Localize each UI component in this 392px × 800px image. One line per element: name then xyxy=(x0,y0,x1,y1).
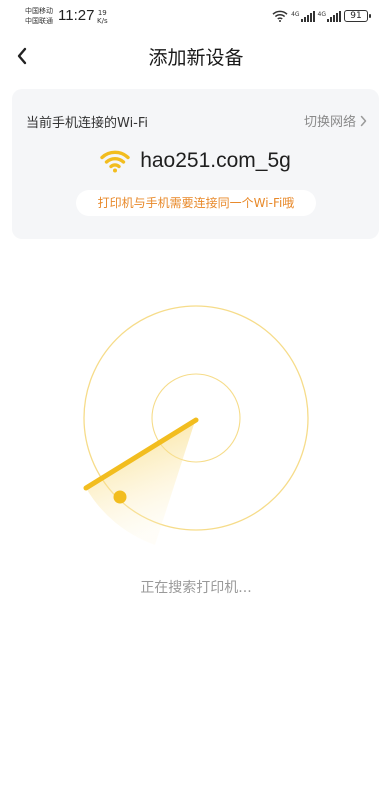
page-title: 添加新设备 xyxy=(148,47,244,69)
switch-network-label: 切换网络 xyxy=(303,115,356,130)
current-wifi-label: 当前手机连接的Wi-Fi xyxy=(26,116,149,131)
radar-scanner xyxy=(83,305,309,545)
ssid-row: hao251.com_5g xyxy=(12,149,379,173)
radar-sweep xyxy=(86,418,196,545)
same-wifi-hint: 打印机与手机需要连接同一个Wi-Fi哦 xyxy=(76,190,316,216)
switch-network-button[interactable]: 切换网络 xyxy=(304,111,367,130)
net-speed-unit: K/s xyxy=(97,17,108,25)
signal-1-tag: 4G xyxy=(291,10,300,18)
battery-icon: 91 xyxy=(344,10,371,22)
wifi-card: 当前手机连接的Wi-Fi 切换网络 hao251.com_5g 打印机与手机需要… xyxy=(12,89,379,239)
header-bar: 添加新设备 xyxy=(0,38,392,74)
carrier-2: 中国联通 xyxy=(25,17,53,25)
status-icons: 4G 4G 91 xyxy=(272,9,371,23)
wifi-ssid: hao251.com_5g xyxy=(140,149,291,172)
carrier-1: 中国移动 xyxy=(25,7,53,15)
status-bar: 中国移动 中国联通 11:27 19 K/s 4G 4G 91 xyxy=(0,0,392,34)
wifi-icon xyxy=(100,150,130,173)
signal-2-icon: 4G xyxy=(317,10,341,22)
status-time: 11:27 xyxy=(58,7,95,24)
radar-dot xyxy=(113,490,127,504)
net-speed: 19 K/s xyxy=(97,9,108,25)
signal-2-tag: 4G xyxy=(317,10,326,18)
signal-1-icon: 4G xyxy=(291,10,315,22)
wifi-status-icon xyxy=(272,10,288,22)
net-speed-value: 19 xyxy=(97,9,107,17)
searching-status: 正在搜索打印机... xyxy=(140,580,252,596)
carrier-info: 中国移动 中国联通 xyxy=(25,6,53,26)
chevron-right-icon xyxy=(360,115,367,126)
